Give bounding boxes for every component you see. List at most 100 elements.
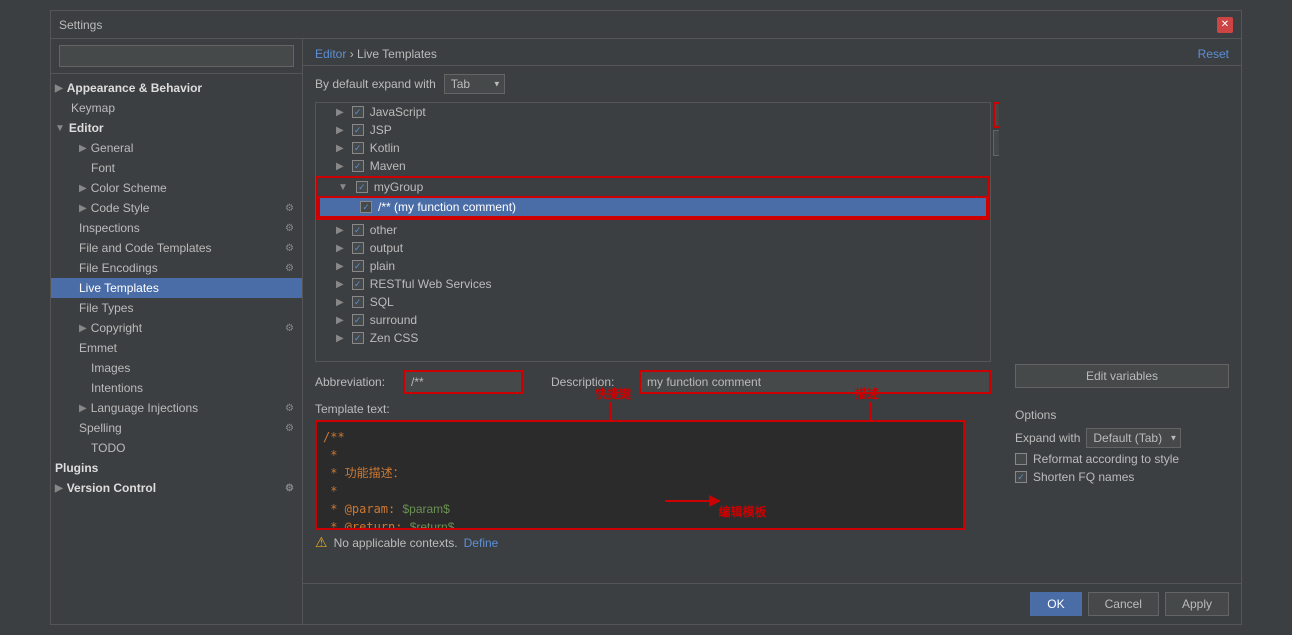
sidebar-item-file-encodings[interactable]: File Encodings ⚙ (51, 258, 302, 278)
sidebar-item-emmet[interactable]: Emmet (51, 338, 302, 358)
sidebar-item-label: Live Templates (79, 281, 159, 295)
expand-arrow-icon: ▶ (336, 261, 344, 272)
template-other[interactable]: ▶ other (316, 221, 990, 239)
checkbox-jsp[interactable] (352, 124, 364, 136)
template-sql[interactable]: ▶ SQL (316, 293, 990, 311)
abbreviation-row: Abbreviation: Description: (315, 370, 991, 394)
template-jsp[interactable]: ▶ JSP (316, 121, 990, 139)
sidebar-item-font[interactable]: Font (51, 158, 302, 178)
description-input[interactable] (639, 370, 991, 394)
template-kotlin[interactable]: ▶ Kotlin (316, 139, 990, 157)
sidebar-item-todo[interactable]: TODO (51, 438, 302, 458)
no-context-text: No applicable contexts. (334, 536, 458, 550)
checkbox-func-comment[interactable] (360, 201, 372, 213)
arrow-icon: ▶ (55, 483, 63, 494)
sidebar-item-label: General (91, 141, 134, 155)
checkbox-javascript[interactable] (352, 106, 364, 118)
checkbox-surround[interactable] (352, 314, 364, 326)
expand-row: By default expand with Tab Space Enter (315, 74, 1229, 94)
sidebar-item-version-control[interactable]: ▶ Version Control ⚙ (51, 478, 302, 498)
edit-variables-button[interactable]: Edit variables (1015, 364, 1229, 388)
expand-with-dropdown-wrapper: Default (Tab) Tab Space Enter (1086, 428, 1181, 448)
template-text-area[interactable]: /** * * 功能描述： * * @param: $param$ * @ret… (315, 420, 965, 530)
templates-col: ▶ JavaScript ▶ JSP (315, 102, 999, 575)
sidebar-item-keymap[interactable]: Keymap (51, 98, 302, 118)
reformat-row: Reformat according to style (1015, 452, 1229, 466)
sidebar-item-general[interactable]: ▶ General (51, 138, 302, 158)
checkbox-sql[interactable] (352, 296, 364, 308)
template-restful[interactable]: ▶ RESTful Web Services (316, 275, 990, 293)
shorten-fq-checkbox[interactable] (1015, 471, 1027, 483)
main-body: By default expand with Tab Space Enter (303, 66, 1241, 583)
define-link[interactable]: Define (464, 536, 499, 550)
sidebar-item-copyright[interactable]: ▶ Copyright ⚙ (51, 318, 302, 338)
close-button[interactable]: ✕ (1217, 17, 1233, 33)
sidebar-item-editor[interactable]: ▼ Editor (51, 118, 302, 138)
template-maven[interactable]: ▶ Maven (316, 157, 990, 175)
checkbox-plain[interactable] (352, 260, 364, 272)
list-toolbar: + − (993, 102, 999, 156)
sidebar-item-live-templates[interactable]: Live Templates (51, 278, 302, 298)
shorten-fq-label: Shorten FQ names (1033, 470, 1134, 484)
search-input[interactable] (59, 45, 294, 67)
expand-arrow-icon: ▶ (336, 279, 344, 290)
sidebar-item-code-style[interactable]: ▶ Code Style ⚙ (51, 198, 302, 218)
checkbox-mygroup[interactable] (356, 181, 368, 193)
sidebar-item-label: Language Injections (91, 401, 198, 415)
remove-template-button[interactable]: − (993, 130, 999, 156)
gear-icon: ⚙ (285, 483, 294, 494)
breadcrumb-editor[interactable]: Editor (315, 47, 346, 61)
gear-icon: ⚙ (285, 423, 294, 434)
apply-button[interactable]: Apply (1165, 592, 1229, 616)
checkbox-output[interactable] (352, 242, 364, 254)
checkbox-restful[interactable] (352, 278, 364, 290)
breadcrumb: Editor › Live Templates (315, 47, 437, 61)
checkbox-maven[interactable] (352, 160, 364, 172)
sidebar-item-spelling[interactable]: Spelling ⚙ (51, 418, 302, 438)
gear-icon: ⚙ (285, 323, 294, 334)
template-output[interactable]: ▶ output (316, 239, 990, 257)
expand-dropdown[interactable]: Tab Space Enter (444, 74, 505, 94)
templates-list-container: ▶ JavaScript ▶ JSP (315, 102, 991, 362)
sidebar-item-appearance[interactable]: ▶ Appearance & Behavior (51, 78, 302, 98)
sidebar-item-plugins[interactable]: Plugins (51, 458, 302, 478)
breadcrumb-separator: › (346, 47, 357, 61)
templates-list: ▶ JavaScript ▶ JSP (315, 102, 991, 362)
template-label: JavaScript (370, 105, 426, 119)
expand-arrow-icon: ▶ (336, 243, 344, 254)
sidebar-tree: ▶ Appearance & Behavior Keymap ▼ Editor … (51, 74, 302, 624)
cancel-button[interactable]: Cancel (1088, 592, 1159, 616)
content-wrapper: ▶ JavaScript ▶ JSP (315, 102, 1229, 575)
dialog-buttons: OK Cancel Apply (303, 583, 1241, 624)
sidebar-item-intentions[interactable]: Intentions (51, 378, 302, 398)
sidebar-item-inspections[interactable]: Inspections ⚙ (51, 218, 302, 238)
sidebar-item-images[interactable]: Images (51, 358, 302, 378)
checkbox-zen-css[interactable] (352, 332, 364, 344)
abbreviation-input[interactable] (403, 370, 523, 394)
expand-with-dropdown[interactable]: Default (Tab) Tab Space Enter (1086, 428, 1181, 448)
add-template-button[interactable]: + (993, 102, 999, 128)
expand-arrow-icon: ▶ (336, 315, 344, 326)
arrow-icon: ▶ (79, 403, 87, 414)
gear-icon: ⚙ (285, 223, 294, 234)
sidebar-item-label: Code Style (91, 201, 150, 215)
checkbox-other[interactable] (352, 224, 364, 236)
template-zen-css[interactable]: ▶ Zen CSS (316, 329, 990, 347)
sidebar-item-language-injections[interactable]: ▶ Language Injections ⚙ (51, 398, 302, 418)
template-mygroup[interactable]: ▼ myGroup (318, 178, 988, 196)
sidebar-item-file-types[interactable]: File Types (51, 298, 302, 318)
reset-link[interactable]: Reset (1198, 47, 1229, 61)
template-func-comment[interactable]: /** (my function comment) (318, 196, 988, 218)
arrow-icon: ▶ (79, 143, 87, 154)
template-label: Maven (370, 159, 406, 173)
ok-button[interactable]: OK (1030, 592, 1081, 616)
sidebar-item-color-scheme[interactable]: ▶ Color Scheme (51, 178, 302, 198)
template-javascript[interactable]: ▶ JavaScript (316, 103, 990, 121)
template-plain[interactable]: ▶ plain (316, 257, 990, 275)
reformat-checkbox[interactable] (1015, 453, 1027, 465)
sidebar-item-file-code-templates[interactable]: File and Code Templates ⚙ (51, 238, 302, 258)
sidebar-item-label: Images (91, 361, 130, 375)
no-context-row: ⚠ No applicable contexts. Define (315, 534, 991, 551)
template-surround[interactable]: ▶ surround (316, 311, 990, 329)
checkbox-kotlin[interactable] (352, 142, 364, 154)
